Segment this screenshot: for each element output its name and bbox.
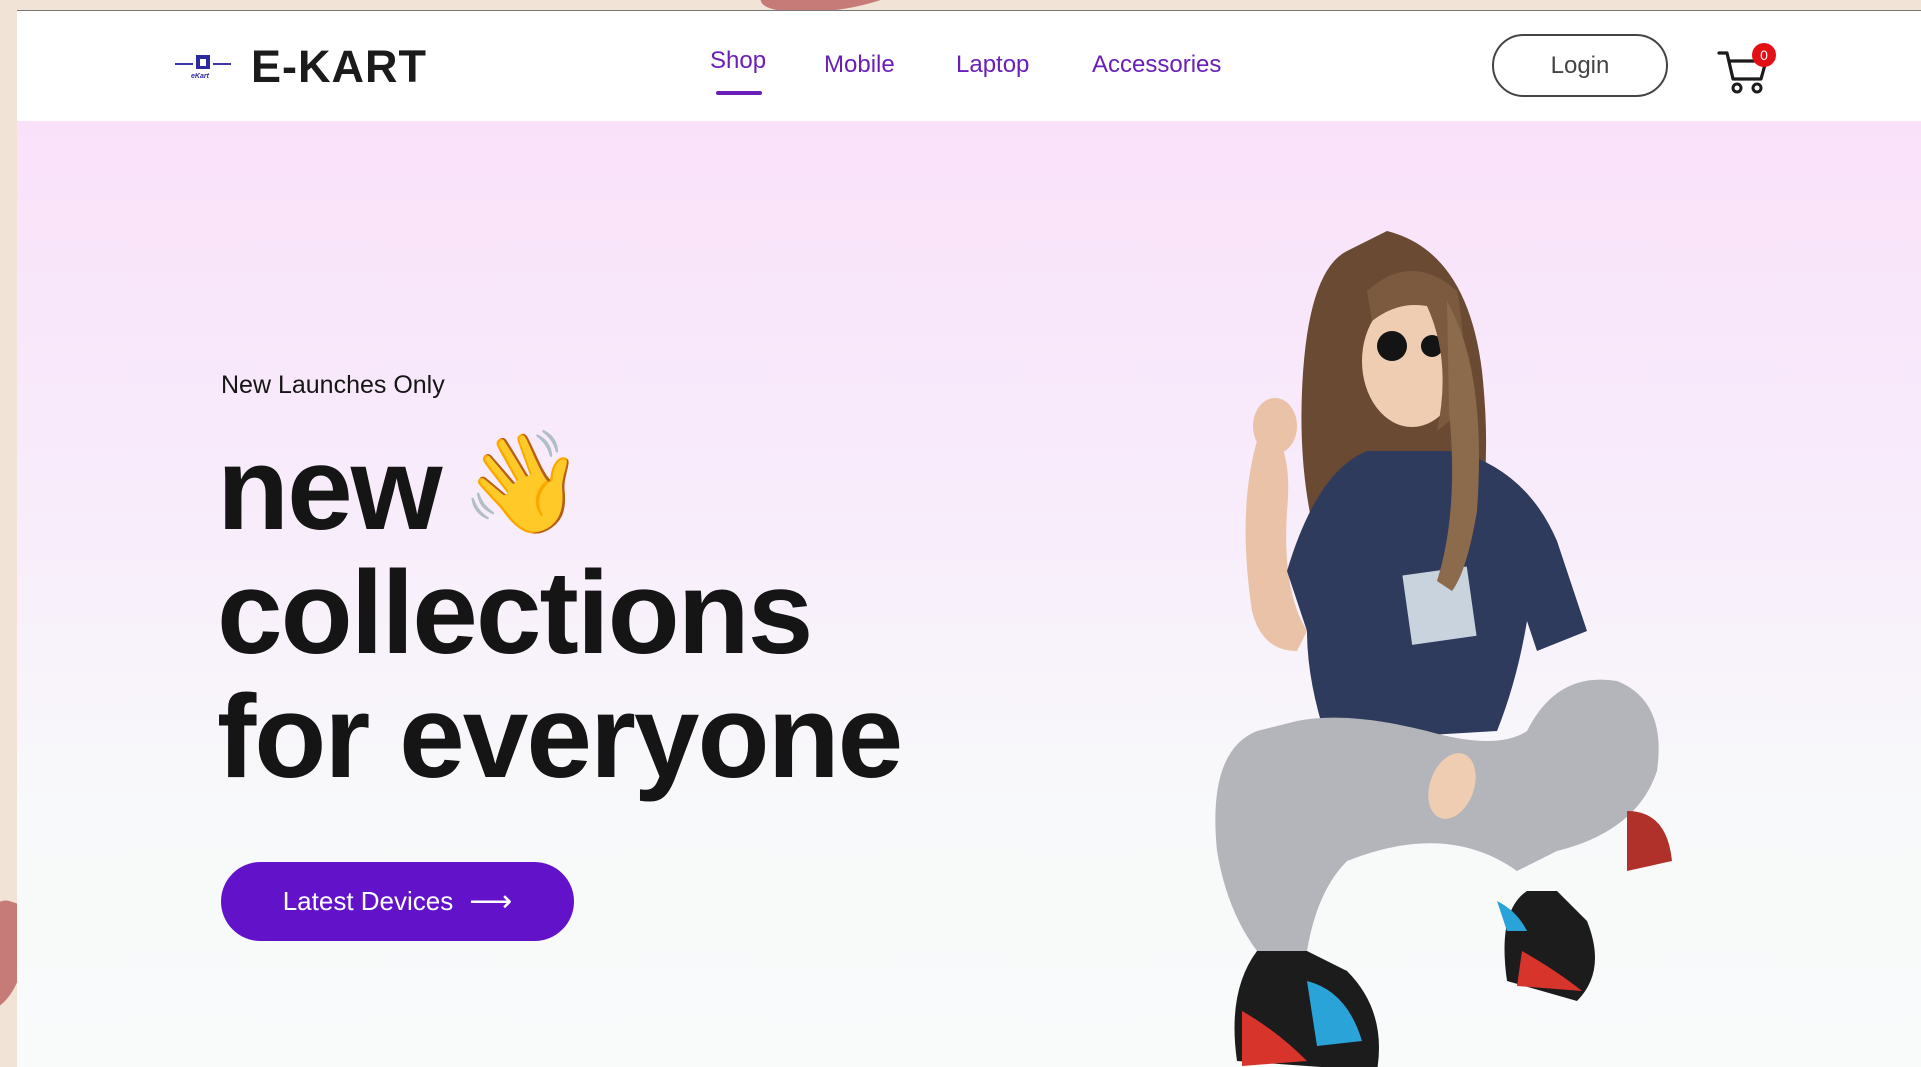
- nav-shop[interactable]: Shop: [710, 47, 766, 75]
- site-header: eKart E-KART Shop Mobile Laptop Accessor…: [17, 11, 1921, 121]
- waving-hand-icon: 👋: [460, 424, 586, 541]
- hero-headline: new 👋 collections for everyone: [217, 421, 903, 803]
- hero-section: New Launches Only new 👋 collections for e…: [17, 121, 1921, 1067]
- login-button[interactable]: Login: [1492, 34, 1668, 97]
- arrow-right-icon: ⟶: [469, 884, 513, 919]
- hero-eyebrow: New Launches Only: [221, 371, 445, 399]
- cart-count-badge: 0: [1752, 43, 1776, 67]
- nav-mobile[interactable]: Mobile: [824, 51, 895, 79]
- headline-line-1: new: [217, 423, 442, 555]
- ekart-logo-icon: eKart: [175, 47, 231, 87]
- cta-label: Latest Devices: [282, 886, 454, 916]
- brand[interactable]: eKart E-KART: [175, 41, 427, 93]
- brand-name: E-KART: [251, 41, 427, 92]
- browser-page: eKart E-KART Shop Mobile Laptop Accessor…: [17, 10, 1921, 1067]
- nav-accessories[interactable]: Accessories: [1092, 51, 1221, 79]
- cart-button[interactable]: 0: [1717, 39, 1787, 99]
- headline-line-3: for everyone: [217, 671, 903, 803]
- headline-line-2: collections: [217, 547, 813, 679]
- logo-caption: eKart: [191, 73, 209, 80]
- hero-model-image: [1215, 231, 1672, 1067]
- latest-devices-button[interactable]: Latest Devices ⟶: [221, 862, 574, 941]
- nav-laptop[interactable]: Laptop: [956, 51, 1029, 79]
- active-nav-indicator: [716, 91, 762, 95]
